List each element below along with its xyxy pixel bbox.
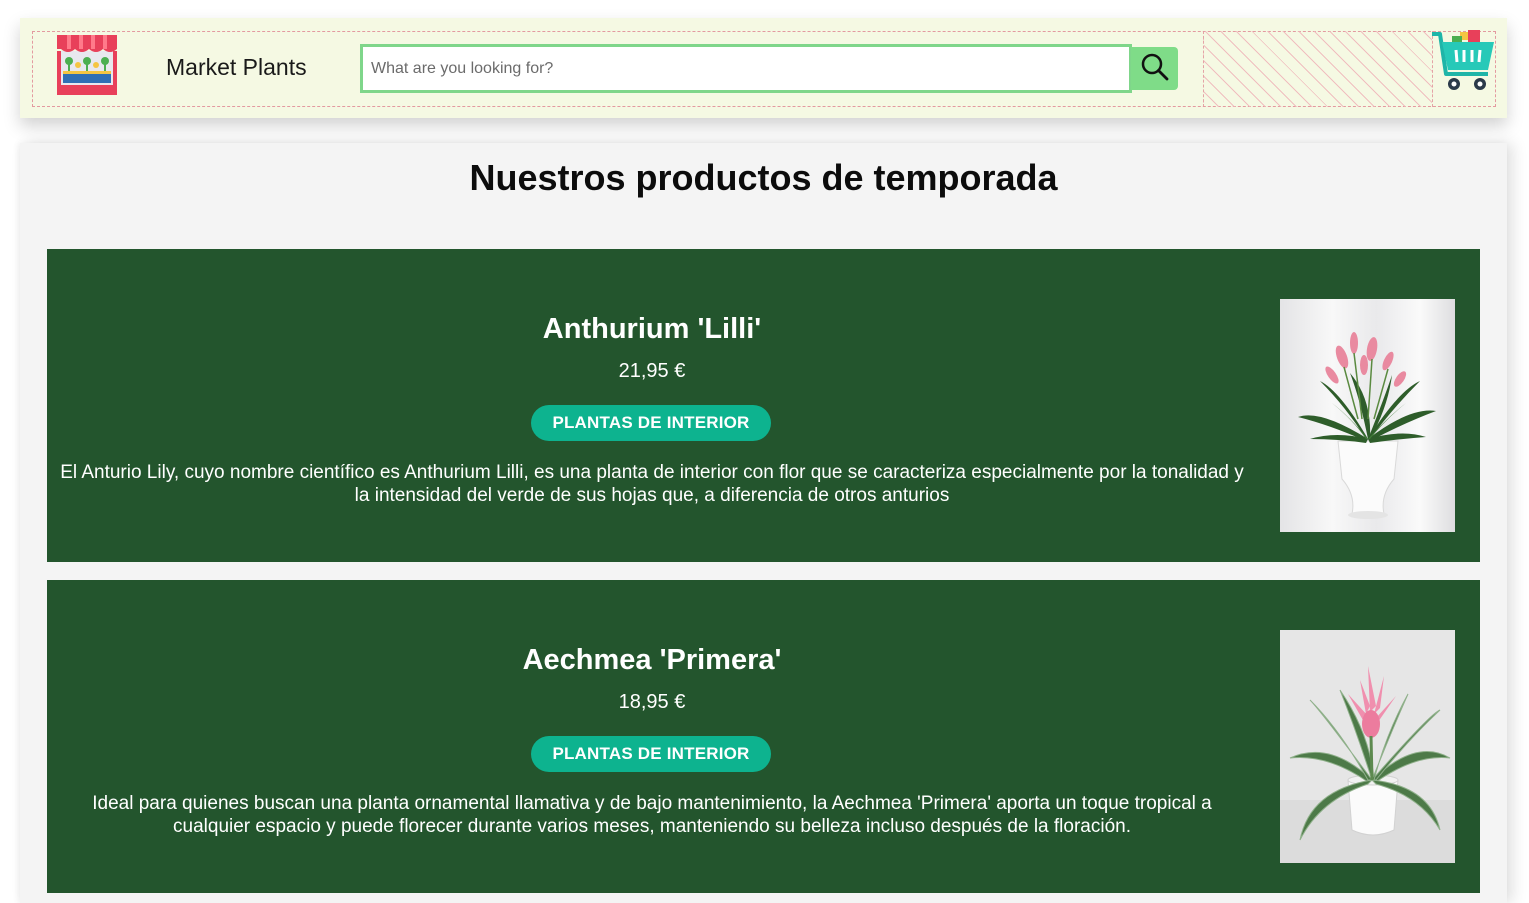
product-card[interactable]: Anthurium 'Lilli' 21,95 € PLANTAS DE INT… <box>47 249 1480 562</box>
product-info: Aechmea 'Primera' 18,95 € PLANTAS DE INT… <box>47 580 1257 893</box>
product-card[interactable]: Aechmea 'Primera' 18,95 € PLANTAS DE INT… <box>47 580 1480 893</box>
product-image[interactable] <box>1280 299 1455 532</box>
search-input[interactable] <box>360 44 1132 93</box>
site-header: Market Plants <box>20 18 1507 118</box>
product-price: 18,95 € <box>618 691 686 713</box>
search-button[interactable] <box>1131 47 1178 90</box>
product-name[interactable]: Aechmea 'Primera' <box>47 644 1257 677</box>
search-bar <box>360 44 1178 93</box>
section-title: Nuestros productos de temporada <box>469 157 1058 198</box>
product-description: El Anturio Lily, cuyo nombre científico … <box>60 462 1244 506</box>
category-badge[interactable]: PLANTAS DE INTERIOR <box>531 405 771 441</box>
product-price: 21,95 € <box>618 360 686 382</box>
shopping-cart-icon[interactable] <box>1430 28 1498 96</box>
product-description: Ideal para quienes buscan una planta orn… <box>92 793 1212 837</box>
product-info: Anthurium 'Lilli' 21,95 € PLANTAS DE INT… <box>47 249 1257 562</box>
products-section: Nuestros productos de temporada Anthuriu… <box>20 143 1507 903</box>
market-stall-icon[interactable] <box>55 31 119 95</box>
product-image[interactable] <box>1280 630 1455 863</box>
product-name[interactable]: Anthurium 'Lilli' <box>47 313 1257 346</box>
decorative-pattern <box>1203 31 1433 107</box>
search-icon <box>1140 52 1170 85</box>
brand-name[interactable]: Market Plants <box>166 54 307 81</box>
category-badge[interactable]: PLANTAS DE INTERIOR <box>531 736 771 772</box>
